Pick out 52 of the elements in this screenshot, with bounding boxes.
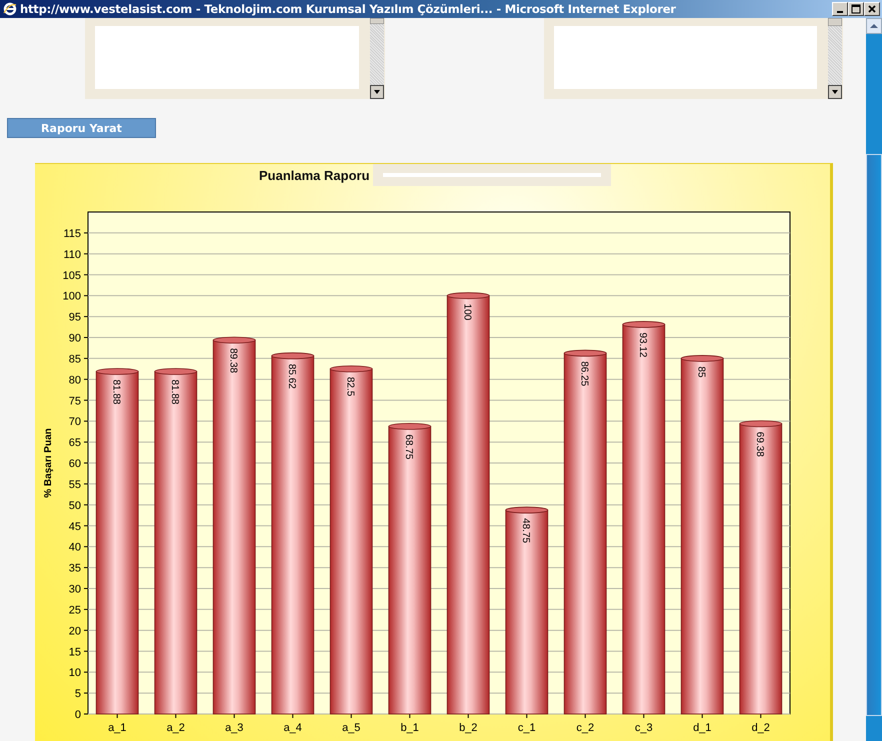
input-field[interactable] <box>372 164 611 186</box>
minimize-icon <box>837 10 843 12</box>
chart-title: Puanlama Raporu <box>259 168 370 182</box>
axis-tick-label: 95 <box>68 312 81 324</box>
axis-tick-label: 40 <box>68 542 81 554</box>
axis-tick-label: 60 <box>68 458 81 470</box>
category-label: c_2 <box>576 722 594 734</box>
axis-tick-label: 0 <box>74 709 81 721</box>
y-axis-title: % Başarı Puan <box>43 428 54 498</box>
axis-tick-label: 90 <box>68 332 81 344</box>
maximize-icon <box>851 4 861 14</box>
scroll-down-icon[interactable] <box>370 85 384 99</box>
axis-tick-label: 115 <box>63 228 81 240</box>
axis-tick-label: 55 <box>68 478 81 491</box>
axis-tick-label: 35 <box>68 562 81 575</box>
axis-tick-label: 5 <box>74 688 81 700</box>
axis-tick-label: 25 <box>68 604 81 616</box>
axis-tick-label: 65 <box>68 437 81 450</box>
category-label: c_3 <box>634 722 653 734</box>
axis-tick-label: 15 <box>68 646 81 658</box>
axis-tick-label: 20 <box>68 625 81 638</box>
close-button[interactable] <box>864 2 880 16</box>
maximize-button[interactable] <box>848 2 864 16</box>
category-label: a_2 <box>166 722 185 734</box>
axis-tick-label: 75 <box>68 395 81 408</box>
browser-icon <box>3 2 17 16</box>
axis-tick-label: 85 <box>68 353 81 366</box>
category-label: a_1 <box>108 722 126 734</box>
axis-tick-label: 100 <box>62 290 81 303</box>
category-label: a_5 <box>342 722 360 734</box>
axis-tick-label: 80 <box>68 374 81 386</box>
axis-tick-label: 45 <box>68 520 81 533</box>
window-title: http://www.vestelasist.com - Teknolojim.com Kurumsal Yazılım Çözümleri... - Microsoft Internet Explorer <box>20 2 676 16</box>
category-label: b_2 <box>459 722 478 734</box>
category-label: a_4 <box>284 722 302 734</box>
scrollbar[interactable] <box>866 18 882 741</box>
axis-tick-label: 105 <box>62 270 81 282</box>
category-label: d_2 <box>752 722 770 734</box>
category-label: b_1 <box>400 722 419 734</box>
axis-tick-label: 70 <box>68 416 81 428</box>
axis-tick-label: 30 <box>68 584 81 596</box>
category-label: c_1 <box>518 722 536 734</box>
close-icon <box>867 4 877 14</box>
axis-tick-label: 50 <box>68 500 81 512</box>
category-label: a_3 <box>225 722 244 734</box>
axis-tick-label: 10 <box>68 667 81 680</box>
create-report-button[interactable]: Raporu Yarat <box>7 118 156 138</box>
scroll-thumb[interactable] <box>866 154 882 716</box>
category-label: d_1 <box>693 722 712 734</box>
axis-tick-label: 110 <box>63 248 81 261</box>
minimize-button[interactable] <box>832 2 848 16</box>
scroll-down-icon[interactable] <box>828 85 842 99</box>
